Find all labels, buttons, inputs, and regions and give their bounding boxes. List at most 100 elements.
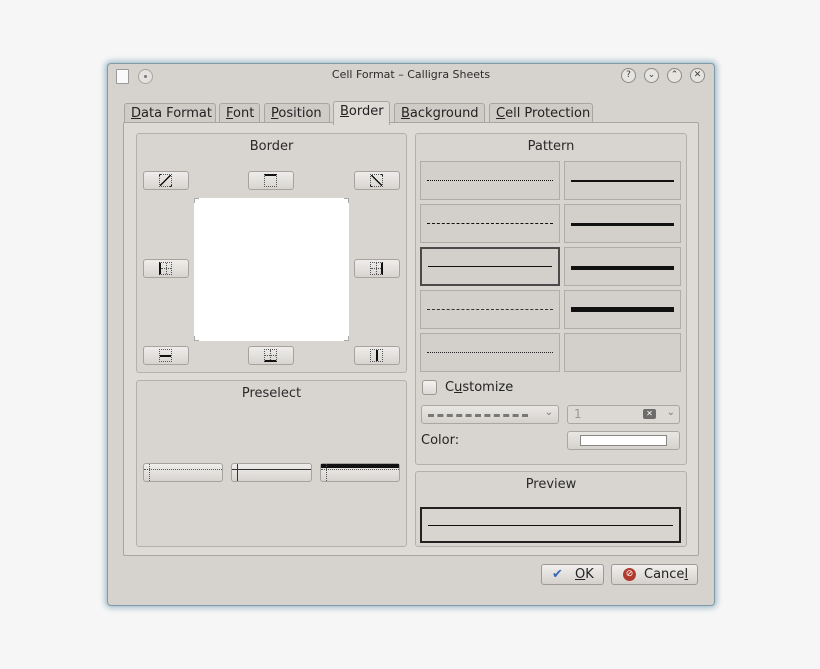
tab-background[interactable]: Background	[394, 103, 485, 123]
color-button[interactable]	[567, 431, 680, 450]
dashed-line-preview	[428, 414, 528, 417]
preselect-inside-button[interactable]	[231, 463, 312, 482]
preselect-none-button[interactable]	[143, 463, 223, 482]
pattern-line	[427, 180, 553, 181]
tab-label: osition	[278, 106, 322, 121]
pattern-line	[571, 266, 674, 270]
tab-label-accel: C	[496, 106, 506, 121]
tab-position[interactable]: Position	[264, 103, 330, 123]
tab-label: ackground	[409, 106, 479, 121]
border-preview	[420, 507, 681, 543]
outline-border-icon	[321, 464, 399, 468]
ok-label-text: K	[585, 567, 594, 582]
tab-label-accel: F	[226, 106, 234, 121]
corner-mark	[194, 336, 199, 341]
ok-button[interactable]: ✔ OK	[541, 564, 604, 585]
customize-checkbox[interactable]	[422, 380, 437, 395]
chevron-down-icon[interactable]: ⌄	[667, 407, 675, 418]
close-icon[interactable]: ✕	[690, 68, 705, 83]
bottom-border-button[interactable]	[248, 346, 294, 365]
pattern-solid-4[interactable]	[564, 290, 681, 329]
help-icon[interactable]: ?	[621, 68, 636, 83]
pattern-solid-2[interactable]	[564, 204, 681, 243]
customize-label: Customize	[445, 380, 513, 395]
tab-label-accel: B	[340, 104, 349, 119]
maximize-icon[interactable]: ⌃	[667, 68, 682, 83]
right-border-button[interactable]	[354, 259, 400, 278]
preselect-group: Preselect	[136, 380, 407, 547]
pattern-dash-dot[interactable]	[420, 290, 560, 329]
top-border-button[interactable]	[248, 171, 294, 190]
horizontal-border-button[interactable]	[143, 346, 189, 365]
tab-cell-protection[interactable]: Cell Protection	[489, 103, 593, 123]
pattern-line	[427, 223, 553, 224]
pattern-solid-1[interactable]	[564, 161, 681, 200]
width-spinbox[interactable]: 1 ✕ ⌄	[567, 405, 680, 424]
pattern-solid-thin-selected[interactable]	[420, 247, 560, 286]
border-preview-area[interactable]	[194, 198, 349, 341]
ok-label-accel: O	[575, 567, 586, 582]
diagonal-up-border-icon	[370, 174, 383, 187]
left-border-icon	[159, 262, 172, 275]
checkmark-icon: ✔	[552, 567, 563, 582]
cancel-label-accel: l	[684, 567, 689, 582]
ok-label: OK	[575, 565, 594, 584]
preview-line	[428, 525, 673, 526]
bottom-border-icon	[264, 349, 277, 362]
diagonal-down-border-icon	[159, 174, 172, 187]
preview-group-title: Preview	[525, 477, 577, 492]
border-tab-panel: Border Preselect Pattern Customize ⌄ 1 ✕…	[123, 122, 699, 556]
pattern-line	[428, 266, 552, 267]
line-style-combo[interactable]: ⌄	[421, 405, 559, 424]
minimize-icon[interactable]: ⌄	[644, 68, 659, 83]
pattern-line	[427, 309, 553, 310]
vertical-border-icon	[370, 349, 383, 362]
vertical-border-button[interactable]	[354, 346, 400, 365]
top-border-icon	[264, 174, 277, 187]
pattern-none[interactable]	[564, 333, 681, 372]
pattern-line	[571, 180, 674, 182]
border-group-title: Border	[249, 139, 294, 154]
preselect-group-title: Preselect	[241, 386, 302, 401]
tab-label: ont	[233, 106, 255, 121]
preview-group: Preview	[415, 471, 687, 547]
pattern-dotted-thin[interactable]	[420, 161, 560, 200]
pattern-line	[571, 223, 674, 226]
corner-mark	[344, 198, 349, 203]
cancel-label: Cancel	[644, 565, 688, 584]
border-group: Border	[136, 133, 407, 373]
tab-border[interactable]: Border	[333, 101, 390, 125]
pattern-line	[427, 352, 553, 353]
tab-label-accel: D	[131, 106, 142, 121]
tab-label: order	[348, 104, 384, 119]
customize-label-text: stomize	[462, 380, 514, 395]
preselect-outline-button[interactable]	[320, 463, 400, 482]
pattern-line	[571, 307, 674, 312]
corner-mark	[344, 336, 349, 341]
tab-font[interactable]: Font	[219, 103, 260, 123]
tab-label-accel: B	[401, 106, 410, 121]
color-label: Color:	[421, 433, 460, 448]
tab-data-format[interactable]: Data Format	[124, 103, 216, 123]
cancel-label-text: Cance	[644, 567, 685, 582]
corner-mark	[194, 198, 199, 203]
pattern-dash-dot-dot[interactable]	[420, 333, 560, 372]
pattern-group: Pattern Customize ⌄ 1 ✕ ⌄ Color:	[415, 133, 687, 465]
cancel-button[interactable]: ⊘ Cancel	[611, 564, 698, 585]
customize-label-text: C	[445, 380, 455, 395]
cancel-icon: ⊘	[623, 568, 636, 581]
left-border-button[interactable]	[143, 259, 189, 278]
pattern-solid-3[interactable]	[564, 247, 681, 286]
horizontal-border-icon	[159, 349, 172, 362]
width-value: 1	[574, 407, 582, 421]
title-bar[interactable]: Cell Format – Calligra Sheets ? ⌄ ⌃ ✕	[108, 64, 714, 88]
cell-format-dialog: Cell Format – Calligra Sheets ? ⌄ ⌃ ✕ Da…	[107, 63, 715, 606]
tab-label: ell Protection	[505, 106, 591, 121]
pattern-dashed[interactable]	[420, 204, 560, 243]
pattern-group-title: Pattern	[527, 139, 575, 154]
clear-icon[interactable]: ✕	[643, 409, 656, 419]
diagonal-up-border-button[interactable]	[354, 171, 400, 190]
right-border-icon	[370, 262, 383, 275]
color-swatch	[580, 435, 667, 446]
diagonal-down-border-button[interactable]	[143, 171, 189, 190]
